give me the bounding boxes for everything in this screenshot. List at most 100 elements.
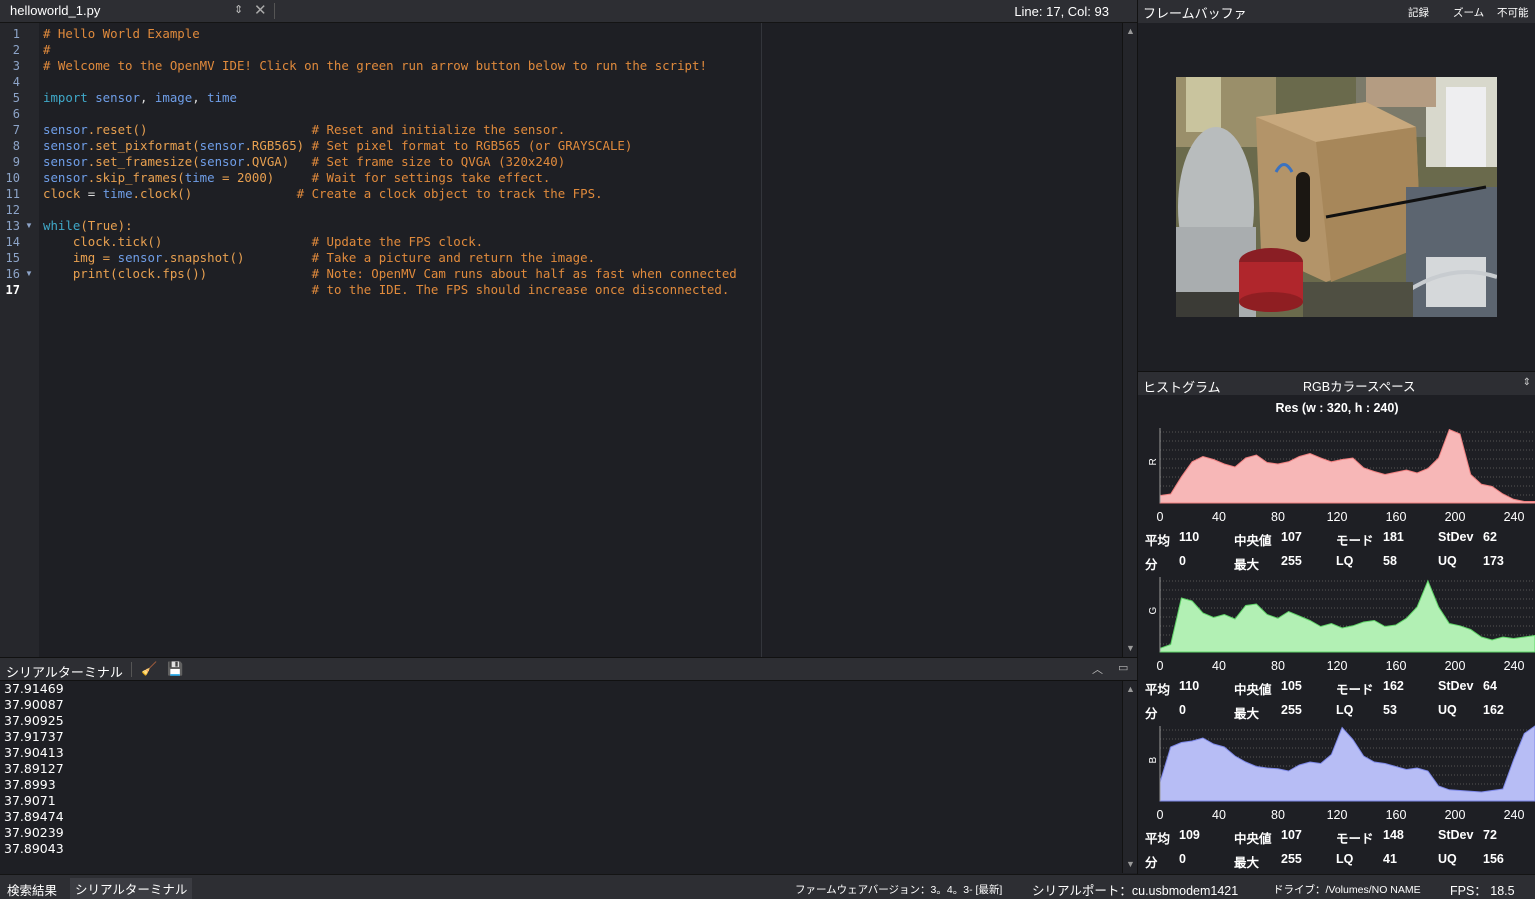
channel-label: G (1148, 607, 1159, 615)
resolution-label: Res (w : 320, h : 240) (1275, 401, 1399, 415)
code-token: .clock() (132, 186, 193, 201)
code-line[interactable]: sensor.set_framesize(sensor.QVGA) # Set … (43, 154, 737, 170)
drive-path[interactable]: ドライブ：/Volumes/NO NAME (1273, 882, 1421, 897)
stat-label: UQ (1438, 703, 1457, 717)
tick-label: 40 (1212, 808, 1226, 822)
terminal-scroll-up-icon[interactable]: ▲ (1126, 684, 1135, 694)
serial-port[interactable]: シリアルポート：cu.usbmodem1421 (1032, 880, 1238, 899)
code-line[interactable]: # Welcome to the OpenMV IDE! Click on th… (43, 58, 737, 74)
code-token: , (139, 90, 155, 105)
stat-value: 255 (1281, 554, 1302, 568)
file-switch-icon[interactable]: ⇕ (234, 3, 243, 16)
histogram-r: R 0 40 80 120 160 200 240 (1148, 428, 1535, 524)
stat-value: 156 (1483, 852, 1504, 866)
code-line[interactable]: # to the IDE. The FPS should increase on… (43, 282, 737, 298)
stat-label: モード (1336, 534, 1374, 548)
stat-value: 107 (1281, 828, 1302, 842)
code-line[interactable]: # Hello World Example (43, 26, 737, 42)
tick-label: 120 (1327, 510, 1348, 524)
terminal-line: 37.90413 (4, 745, 64, 760)
code-token: .skip_frames( (87, 170, 185, 185)
search-results-tab[interactable]: 検索結果 (7, 880, 57, 899)
save-terminal-icon[interactable]: 💾 (167, 661, 183, 677)
code-token: # to the IDE. The FPS should increase on… (311, 282, 730, 297)
histogram-area-b (1159, 725, 1535, 802)
stat-value: 109 (1179, 828, 1200, 842)
code-line[interactable]: img = sensor.snapshot() # Take a picture… (43, 250, 737, 266)
code-line[interactable]: # (43, 42, 737, 58)
code-line[interactable] (43, 74, 737, 90)
terminal-line: 37.91737 (4, 729, 64, 744)
terminal-scroll-down-icon[interactable]: ▼ (1126, 859, 1135, 869)
scroll-down-icon[interactable]: ▼ (1126, 643, 1135, 653)
terminal-line: 37.89043 (4, 841, 64, 856)
code-token: # Take a picture and return the image. (311, 250, 596, 265)
code-token: sensor (43, 154, 88, 169)
window-toggle-icon[interactable]: ▭ (1118, 661, 1128, 674)
colorspace-select[interactable]: RGBカラースペース (1303, 376, 1415, 395)
tab-divider (274, 3, 275, 19)
code-line[interactable]: sensor.set_pixformat(sensor.RGB565) # Se… (43, 138, 737, 154)
select-arrow-icon[interactable]: ⇕ (1523, 377, 1531, 388)
code-editor[interactable]: 1 2 3 4 5 6 7 8 9 10 11 12 13 14 15 16 17 ▼ ▼ # Hello Worl… (0, 23, 1122, 657)
code-line[interactable]: while(True): (43, 218, 737, 234)
line-number: 14 (5, 235, 20, 249)
line-number-gutter: 1 2 3 4 5 6 7 8 9 10 11 12 13 14 15 16 17 ▼ ▼ (0, 23, 39, 657)
tick-label: 0 (1157, 510, 1164, 524)
code-token: time (207, 90, 237, 105)
line-number: 7 (12, 123, 20, 137)
code-token: sensor (199, 154, 245, 169)
code-token: print(clock.fps()) (43, 266, 208, 281)
tick-label: 80 (1271, 808, 1285, 822)
scroll-up-icon[interactable]: ▲ (1126, 26, 1135, 36)
terminal-divider (131, 662, 132, 677)
code-token: .RGB565) (244, 138, 312, 153)
collapse-up-icon[interactable]: ︿ (1092, 661, 1103, 677)
stat-label: 中央値 (1234, 832, 1272, 846)
editor-tab-bar: helloworld_1.py ⇕ ✕ Line: 17, Col: 93 (0, 0, 1137, 23)
tick-label: 120 (1327, 659, 1348, 673)
stat-value: 0 (1179, 554, 1186, 568)
terminal-line: 37.90239 (4, 825, 64, 840)
code-token: while (43, 218, 81, 233)
stat-label: 平均 (1145, 534, 1171, 548)
clear-terminal-icon[interactable]: 🧹 (141, 661, 157, 677)
code-line[interactable]: sensor.reset() # Reset and initialize th… (43, 122, 737, 138)
code-text[interactable]: # Hello World Example # # Welcome to the O… (43, 26, 737, 298)
stat-value: 107 (1281, 530, 1302, 544)
stat-value: 110 (1179, 530, 1200, 544)
code-line[interactable]: clock = time.clock() # Create a clock ob… (43, 186, 737, 202)
record-button[interactable]: 記録 (1408, 5, 1429, 20)
terminal-line: 37.8993 (4, 777, 56, 792)
terminal-scrollbar[interactable]: ▲ ▼ (1122, 681, 1137, 873)
stat-label: StDev (1438, 828, 1474, 842)
status-bar: 検索結果 シリアルターミナル ファームウェアバージョン：3。4。3- [最新] … (0, 874, 1535, 899)
file-tab[interactable]: helloworld_1.py (10, 3, 100, 18)
serial-terminal-output[interactable]: 37.91469 37.90087 37.90925 37.91737 37.90413… (0, 681, 1122, 873)
channel-label: B (1148, 757, 1159, 764)
tick-label: 200 (1445, 808, 1466, 822)
fold-arrow-icon[interactable]: ▼ (25, 218, 33, 234)
code-line[interactable]: import sensor, image, time (43, 90, 737, 106)
line-number: 17 (5, 283, 20, 297)
zoom-button[interactable]: ズーム (1453, 5, 1484, 20)
tick-label: 160 (1386, 808, 1407, 822)
editor-scrollbar[interactable]: ▲ ▼ (1122, 23, 1137, 657)
code-token: # Note: OpenMV Cam runs about half as fa… (311, 266, 737, 281)
stat-label: StDev (1438, 679, 1474, 693)
disable-button[interactable]: 不可能 (1497, 5, 1529, 20)
code-token: .set_pixformat( (87, 138, 200, 153)
stat-label: モード (1336, 683, 1374, 697)
fold-arrow-icon[interactable]: ▼ (25, 266, 33, 282)
code-line[interactable]: print(clock.fps()) # Note: OpenMV Cam ru… (43, 266, 737, 282)
firmware-version[interactable]: ファームウェアバージョン：3。4。3- [最新] (795, 882, 1002, 897)
stat-value: 105 (1281, 679, 1302, 693)
code-line[interactable] (43, 106, 737, 122)
close-file-icon[interactable]: ✕ (254, 1, 267, 19)
code-line[interactable]: clock.tick() # Update the FPS clock. (43, 234, 737, 250)
code-line[interactable] (43, 202, 737, 218)
tick-label: 240 (1504, 510, 1525, 524)
serial-terminal-tab[interactable]: シリアルターミナル (70, 878, 193, 899)
code-line[interactable]: sensor.skip_frames(time = 2000) # Wait f… (43, 170, 737, 186)
